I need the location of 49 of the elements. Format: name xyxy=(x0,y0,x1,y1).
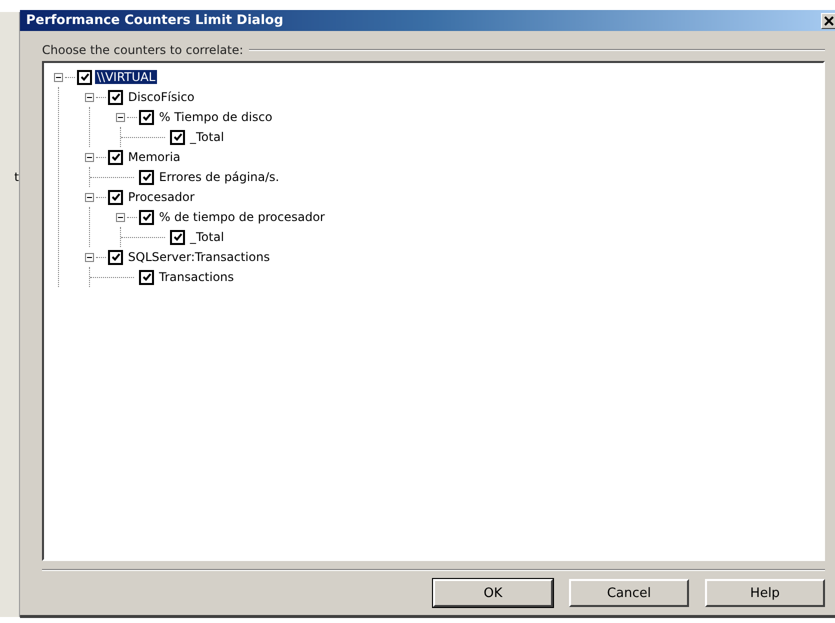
close-button[interactable] xyxy=(821,12,835,28)
checkbox[interactable] xyxy=(170,130,185,144)
collapse-icon[interactable] xyxy=(85,92,94,102)
tree-view[interactable]: \\VIRTUAL DiscoFísico % Tiempo de disco _Total Memoria Errores de página/s. Procesador % de tiempo de procesador _Total SQLServer:Transactions Transactions xyxy=(42,61,825,561)
dialog-button[interactable]: OK xyxy=(433,579,553,607)
check-icon xyxy=(142,212,152,222)
check-icon xyxy=(110,252,120,262)
checkbox[interactable] xyxy=(139,110,154,124)
check-icon xyxy=(110,192,120,202)
tree-item[interactable]: Transactions xyxy=(157,270,236,284)
collapse-icon[interactable] xyxy=(116,212,125,222)
check-icon xyxy=(80,72,90,82)
checkbox[interactable] xyxy=(108,250,123,264)
dialog-button[interactable]: Help xyxy=(705,579,825,607)
close-icon xyxy=(824,16,834,26)
tree-item[interactable]: Procesador xyxy=(126,190,197,204)
tree-item[interactable]: _Total xyxy=(188,130,226,144)
dialog-button[interactable]: Cancel xyxy=(569,579,689,607)
check-icon xyxy=(110,152,120,162)
checkbox[interactable] xyxy=(108,190,123,204)
checkbox[interactable] xyxy=(139,170,154,184)
tree-item[interactable]: DiscoFísico xyxy=(126,90,197,104)
collapse-icon[interactable] xyxy=(85,192,94,202)
tree-item[interactable]: Memoria xyxy=(126,150,182,164)
check-icon xyxy=(110,92,120,102)
collapse-icon[interactable] xyxy=(54,72,63,82)
tree-item[interactable]: _Total xyxy=(188,230,226,244)
check-icon xyxy=(142,172,152,182)
collapse-icon[interactable] xyxy=(85,252,94,262)
tree-item[interactable]: % de tiempo de procesador xyxy=(157,210,327,224)
cut-off-text: t xyxy=(14,170,19,184)
tree-item[interactable]: SQLServer:Transactions xyxy=(126,250,272,264)
check-icon xyxy=(142,272,152,282)
checkbox[interactable] xyxy=(108,90,123,104)
check-icon xyxy=(172,132,182,142)
checkbox[interactable] xyxy=(108,150,123,164)
checkbox[interactable] xyxy=(139,210,154,224)
check-icon xyxy=(172,232,182,242)
checkbox[interactable] xyxy=(77,70,92,84)
window-title: Performance Counters Limit Dialog xyxy=(25,13,284,28)
checkbox[interactable] xyxy=(170,230,185,244)
tree-item[interactable]: Errores de página/s. xyxy=(157,170,282,184)
checkbox[interactable] xyxy=(139,270,154,284)
collapse-icon[interactable] xyxy=(116,112,125,122)
tree-item[interactable]: % Tiempo de disco xyxy=(157,110,274,124)
check-icon xyxy=(142,112,152,122)
collapse-icon[interactable] xyxy=(85,152,94,162)
group-label: Choose the counters to correlate: xyxy=(42,43,244,57)
tree-item[interactable]: \\VIRTUAL xyxy=(95,70,158,84)
